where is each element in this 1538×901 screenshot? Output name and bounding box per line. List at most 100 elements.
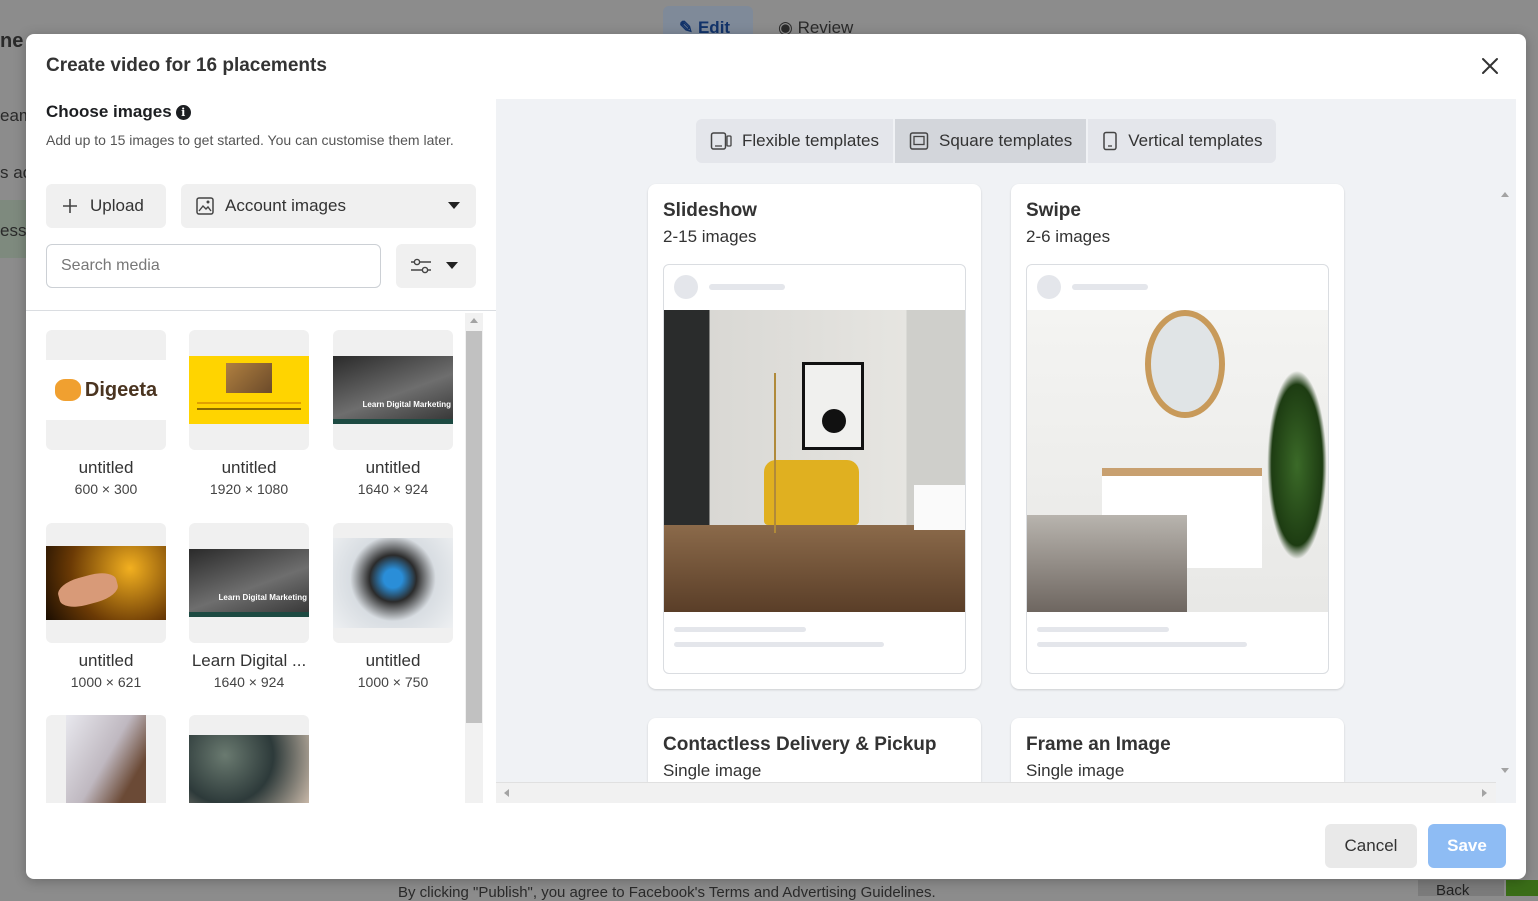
template-preview bbox=[663, 264, 966, 674]
caret-down-icon bbox=[448, 202, 460, 209]
image-list-scrollbar[interactable] bbox=[465, 313, 483, 803]
tab-label: Flexible templates bbox=[742, 131, 880, 150]
image-dimensions: 1000 × 621 bbox=[70, 674, 142, 690]
template-subtitle: 2-6 images bbox=[1026, 227, 1111, 246]
template-preview bbox=[1026, 264, 1329, 674]
image-thumbnail bbox=[189, 715, 309, 803]
image-tile[interactable]: untitled 1000 × 750 bbox=[333, 523, 453, 690]
text-placeholder bbox=[674, 627, 806, 632]
image-thumbnail: Learn Digital Marketing bbox=[333, 330, 453, 450]
template-title: Slideshow bbox=[663, 200, 757, 221]
template-title: Contactless Delivery & Pickup bbox=[663, 734, 937, 755]
tab-vertical-templates[interactable]: Vertical templates bbox=[1088, 119, 1276, 163]
back-button: Back bbox=[1418, 880, 1504, 896]
overlay-text: Learn Digital Marketing bbox=[362, 400, 451, 409]
save-button[interactable]: Save bbox=[1428, 824, 1506, 868]
scroll-up-arrow-icon[interactable] bbox=[1501, 192, 1509, 197]
template-title: Frame an Image bbox=[1026, 734, 1171, 755]
publish-button bbox=[1506, 880, 1538, 896]
living-room-image bbox=[664, 310, 965, 612]
image-thumbnail: Digeeta bbox=[46, 330, 166, 450]
cancel-button[interactable]: Cancel bbox=[1325, 824, 1417, 868]
image-name: untitled bbox=[365, 458, 421, 477]
image-dimensions: 1000 × 750 bbox=[357, 674, 429, 690]
image-grid: Digeeta untitled 600 × 300 untitled 1920… bbox=[46, 330, 466, 803]
image-thumbnail bbox=[46, 523, 166, 643]
tab-square-templates[interactable]: Square templates bbox=[895, 119, 1089, 163]
page-title-partial: ne bbox=[0, 30, 24, 52]
divider bbox=[26, 310, 496, 311]
caret-down-icon bbox=[446, 262, 458, 269]
upload-label: Upload bbox=[90, 196, 144, 215]
plus-icon bbox=[63, 199, 77, 213]
image-name: untitled bbox=[78, 458, 134, 477]
image-name: Learn Digital ... bbox=[191, 651, 307, 670]
image-tile[interactable]: Digeeta untitled 600 × 300 bbox=[46, 330, 166, 497]
filter-button[interactable] bbox=[396, 244, 476, 288]
square-device-icon bbox=[909, 132, 929, 150]
text-placeholder bbox=[1072, 284, 1148, 290]
choose-images-heading: Choose images i bbox=[46, 102, 191, 122]
image-gallery-icon bbox=[196, 197, 214, 215]
overlay-text: Learn Digital Marketing bbox=[218, 593, 307, 602]
templates-vertical-scrollbar[interactable] bbox=[1496, 184, 1514, 782]
image-name: untitled bbox=[221, 458, 277, 477]
template-title: Swipe bbox=[1026, 200, 1081, 221]
account-images-label: Account images bbox=[225, 196, 346, 215]
text-placeholder bbox=[1037, 627, 1169, 632]
choose-images-description: Add up to 15 images to get started. You … bbox=[46, 132, 454, 148]
template-card-swipe[interactable]: Swipe 2-6 images bbox=[1011, 184, 1344, 689]
template-subtitle: Single image bbox=[663, 761, 762, 780]
image-tile[interactable]: untitled 1920 × 1080 bbox=[189, 330, 309, 497]
terms-text: By clicking "Publish", you agree to Face… bbox=[398, 884, 936, 901]
text-placeholder bbox=[674, 642, 884, 647]
heading-text: Choose images bbox=[46, 102, 172, 121]
tab-label: Vertical templates bbox=[1128, 131, 1263, 150]
image-thumbnail bbox=[189, 330, 309, 450]
horizontal-scrollbar[interactable] bbox=[496, 782, 1496, 803]
search-media-input[interactable] bbox=[46, 244, 381, 288]
image-tile[interactable]: Learn Digital Marketing untitled 1640 × … bbox=[333, 330, 453, 497]
image-dimensions: 1640 × 924 bbox=[357, 481, 429, 497]
templates-panel: Flexible templates Square templates Vert… bbox=[496, 99, 1516, 803]
scrollbar-thumb[interactable] bbox=[466, 331, 482, 723]
tab-flexible-templates[interactable]: Flexible templates bbox=[696, 119, 896, 163]
text-placeholder bbox=[709, 284, 785, 290]
upload-button[interactable]: Upload bbox=[46, 184, 166, 228]
image-tile[interactable] bbox=[189, 715, 309, 803]
image-name: untitled bbox=[78, 651, 134, 670]
account-images-dropdown[interactable]: Account images bbox=[181, 184, 476, 228]
dialog-title: Create video for 16 placements bbox=[46, 55, 327, 76]
scroll-up-arrow-icon[interactable] bbox=[470, 318, 478, 323]
image-tile[interactable] bbox=[46, 715, 166, 803]
image-tile[interactable]: untitled 1000 × 621 bbox=[46, 523, 166, 690]
image-thumbnail bbox=[333, 523, 453, 643]
bedroom-image bbox=[1027, 310, 1328, 612]
scroll-down-arrow-icon[interactable] bbox=[1501, 768, 1509, 773]
template-subtitle: 2-15 images bbox=[663, 227, 757, 246]
template-card-frame-an-image[interactable]: Frame an Image Single image bbox=[1011, 718, 1344, 782]
image-name: untitled bbox=[365, 651, 421, 670]
image-tile[interactable]: Learn Digital Marketing Learn Digital ..… bbox=[189, 523, 309, 690]
side-text: ess bbox=[0, 221, 27, 240]
close-icon[interactable] bbox=[1478, 54, 1502, 78]
image-thumbnail: Learn Digital Marketing bbox=[189, 523, 309, 643]
avatar-placeholder bbox=[674, 275, 698, 299]
template-subtitle: Single image bbox=[1026, 761, 1125, 780]
image-thumbnail bbox=[46, 715, 166, 803]
text-placeholder bbox=[1037, 642, 1247, 647]
scroll-right-arrow-icon[interactable] bbox=[1482, 789, 1487, 797]
scroll-left-arrow-icon[interactable] bbox=[504, 789, 509, 797]
avatar-placeholder bbox=[1037, 275, 1061, 299]
template-card-slideshow[interactable]: Slideshow 2-15 images bbox=[648, 184, 981, 689]
tab-label: Square templates bbox=[939, 131, 1073, 150]
image-dimensions: 1640 × 924 bbox=[213, 674, 285, 690]
template-card-contactless-delivery[interactable]: Contactless Delivery & Pickup Single ima… bbox=[648, 718, 981, 782]
leopard-logo-icon bbox=[54, 379, 81, 401]
info-icon[interactable]: i bbox=[175, 105, 191, 120]
template-tabs: Flexible templates Square templates Vert… bbox=[696, 119, 1277, 163]
create-video-dialog: Create video for 16 placements Choose im… bbox=[26, 34, 1526, 879]
filter-sliders-icon bbox=[411, 258, 431, 274]
digeeta-logo: Digeeta bbox=[84, 378, 158, 401]
flexible-device-icon bbox=[710, 132, 732, 150]
